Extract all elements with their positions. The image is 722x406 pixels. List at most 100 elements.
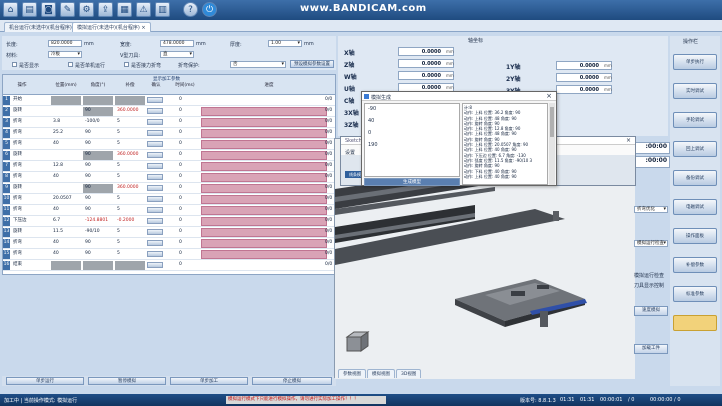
table-row[interactable]: 3 折弯 3.8 -100/0 5 0 0/0 <box>3 117 335 128</box>
confirm-button[interactable] <box>147 240 163 246</box>
cell-op[interactable]: 旋转 <box>11 228 49 237</box>
cell-comp[interactable]: 5 <box>115 239 145 248</box>
cell-op[interactable]: 旋转 <box>11 184 49 193</box>
cell-angle[interactable]: 90 <box>83 184 113 193</box>
cell-pos[interactable]: 40 <box>51 239 81 248</box>
document-icon[interactable]: ▥ <box>155 2 170 17</box>
cell-comp[interactable]: 5 <box>115 173 145 182</box>
cell-pos[interactable]: 40 <box>51 173 81 182</box>
confirm-button[interactable] <box>147 174 163 180</box>
cell-comp[interactable]: 5 <box>115 118 145 127</box>
operation-button[interactable]: 单步执行 <box>673 54 717 70</box>
cell-op[interactable]: 下压边 <box>11 217 49 226</box>
cell-pos[interactable]: 3.8 <box>51 118 81 127</box>
cell-op[interactable]: 折弯 <box>11 250 49 259</box>
table-row[interactable]: 9 旋转 90 360.0000 0 0/0 <box>3 183 335 194</box>
confirm-button[interactable] <box>147 108 163 114</box>
cell-pos[interactable] <box>51 107 81 116</box>
tab-sim-view[interactable]: 模拟视图 <box>367 369 395 378</box>
tab-param-view[interactable]: 参数视图 <box>338 369 366 378</box>
operation-button[interactable]: 补偿参数 <box>673 257 717 273</box>
table-row[interactable]: 12 下压边 6.7 -124.8801 -0.2000 0 0/0 <box>3 216 335 227</box>
network-icon[interactable]: ⚙ <box>79 2 94 17</box>
cell-angle[interactable]: 90 <box>83 239 113 248</box>
operation-button[interactable]: 电磁调试 <box>673 199 717 215</box>
cell-pos[interactable] <box>51 184 81 193</box>
pause-sim-button[interactable]: 暂停模拟 <box>88 377 166 385</box>
cell-comp[interactable]: 5 <box>115 206 145 215</box>
cell-pos[interactable]: 40 <box>51 206 81 215</box>
confirm-button[interactable] <box>147 218 163 224</box>
tab-simulation-run[interactable]: 模拟运行(未选中)(机台程序) × <box>72 22 151 32</box>
single-process-button[interactable]: 单步加工 <box>170 377 248 385</box>
cell-comp[interactable]: 5 <box>115 140 145 149</box>
cell-angle[interactable]: 90 <box>83 151 113 160</box>
table-row[interactable]: 4 折弯 25.2 90 5 0 0/0 <box>3 128 335 139</box>
cell-comp[interactable]: 360.0000 <box>115 107 145 116</box>
tool-icon[interactable]: ✎ <box>60 2 75 17</box>
cell-op[interactable]: 折弯 <box>11 118 49 127</box>
checkbox-single-run[interactable] <box>68 62 73 67</box>
export-icon[interactable]: ⇪ <box>98 2 113 17</box>
checkbox-relay-bend[interactable] <box>124 62 129 67</box>
length-field[interactable]: 820.0000 <box>48 40 82 47</box>
checkbox-show[interactable] <box>12 62 17 67</box>
table-row[interactable]: 6 旋转 90 360.0000 0 0/0 <box>3 150 335 161</box>
operation-button[interactable]: 操作面板 <box>673 228 717 244</box>
cell-angle[interactable]: 90 <box>83 162 113 171</box>
cell-comp[interactable]: 5 <box>115 162 145 171</box>
cell-pos[interactable]: 6.7 <box>51 217 81 226</box>
cell-op[interactable]: 开始 <box>11 96 49 105</box>
cell-op[interactable]: 折弯 <box>11 206 49 215</box>
vtool-select[interactable]: 直 <box>160 51 194 58</box>
sketch-close-icon[interactable]: × <box>626 137 631 144</box>
cell-angle[interactable] <box>83 261 113 270</box>
operation-button[interactable]: 标准参数 <box>673 286 717 302</box>
cell-pos[interactable]: 40 <box>51 140 81 149</box>
cell-angle[interactable]: 90 <box>83 140 113 149</box>
cell-comp[interactable]: -0.2000 <box>115 217 145 226</box>
cell-pos[interactable] <box>51 96 81 105</box>
cell-angle[interactable]: 90 <box>83 250 113 259</box>
confirm-button[interactable] <box>147 251 163 257</box>
table-row[interactable]: 10 折弯 20.0507 90 5 0 0/0 <box>3 194 335 205</box>
load-part-button[interactable]: 加载工件 <box>634 344 668 354</box>
table-row[interactable]: 1 开始 0 0/0 <box>3 95 335 106</box>
thickness-select[interactable]: 1.00 <box>268 40 302 47</box>
cell-comp[interactable]: 5 <box>115 250 145 259</box>
cell-comp[interactable]: 5 <box>115 228 145 237</box>
operation-button[interactable] <box>673 315 717 331</box>
table-row[interactable]: 5 折弯 40 90 5 0 0/0 <box>3 139 335 150</box>
preset-params-button[interactable]: 预设模拟参数设置 <box>290 60 334 68</box>
cell-op[interactable]: 折弯 <box>11 173 49 182</box>
generate-model-button[interactable]: 生成模型 <box>364 178 460 186</box>
close-icon[interactable]: × <box>546 92 552 100</box>
cell-pos[interactable] <box>51 261 81 270</box>
single-step-run-button[interactable]: 单步运行 <box>6 377 84 385</box>
cell-pos[interactable]: 40 <box>51 250 81 259</box>
cell-op[interactable]: 折弯 <box>11 239 49 248</box>
bend-optimize-select[interactable]: 折弯优化 <box>634 206 668 213</box>
tab-machine-run[interactable]: 机台运行(未选中)(机台程序) <box>4 22 77 32</box>
confirm-button[interactable] <box>147 207 163 213</box>
confirm-button[interactable] <box>147 196 163 202</box>
power-icon[interactable]: ⏻ <box>202 2 217 17</box>
stop-sim-button[interactable]: 停止模拟 <box>252 377 332 385</box>
cell-comp[interactable] <box>115 261 145 270</box>
cell-comp[interactable]: 5 <box>115 195 145 204</box>
confirm-button[interactable] <box>147 185 163 191</box>
cell-comp[interactable]: 360.0000 <box>115 151 145 160</box>
confirm-button[interactable] <box>147 229 163 235</box>
confirm-button[interactable] <box>147 119 163 125</box>
confirm-button[interactable] <box>147 141 163 147</box>
save-icon[interactable]: ◙ <box>41 2 56 17</box>
cell-op[interactable]: 结束 <box>11 261 49 270</box>
cell-angle[interactable]: 90 <box>83 129 113 138</box>
operation-button[interactable]: 回上调试 <box>673 141 717 157</box>
cell-op[interactable]: 旋转 <box>11 107 49 116</box>
operation-button[interactable]: 手轮调试 <box>673 112 717 128</box>
chart-icon[interactable]: ▦ <box>117 2 132 17</box>
material-select[interactable]: 冷板 <box>48 51 82 58</box>
confirm-button[interactable] <box>147 130 163 136</box>
table-row[interactable]: 15 折弯 40 90 5 0 0/0 <box>3 249 335 260</box>
